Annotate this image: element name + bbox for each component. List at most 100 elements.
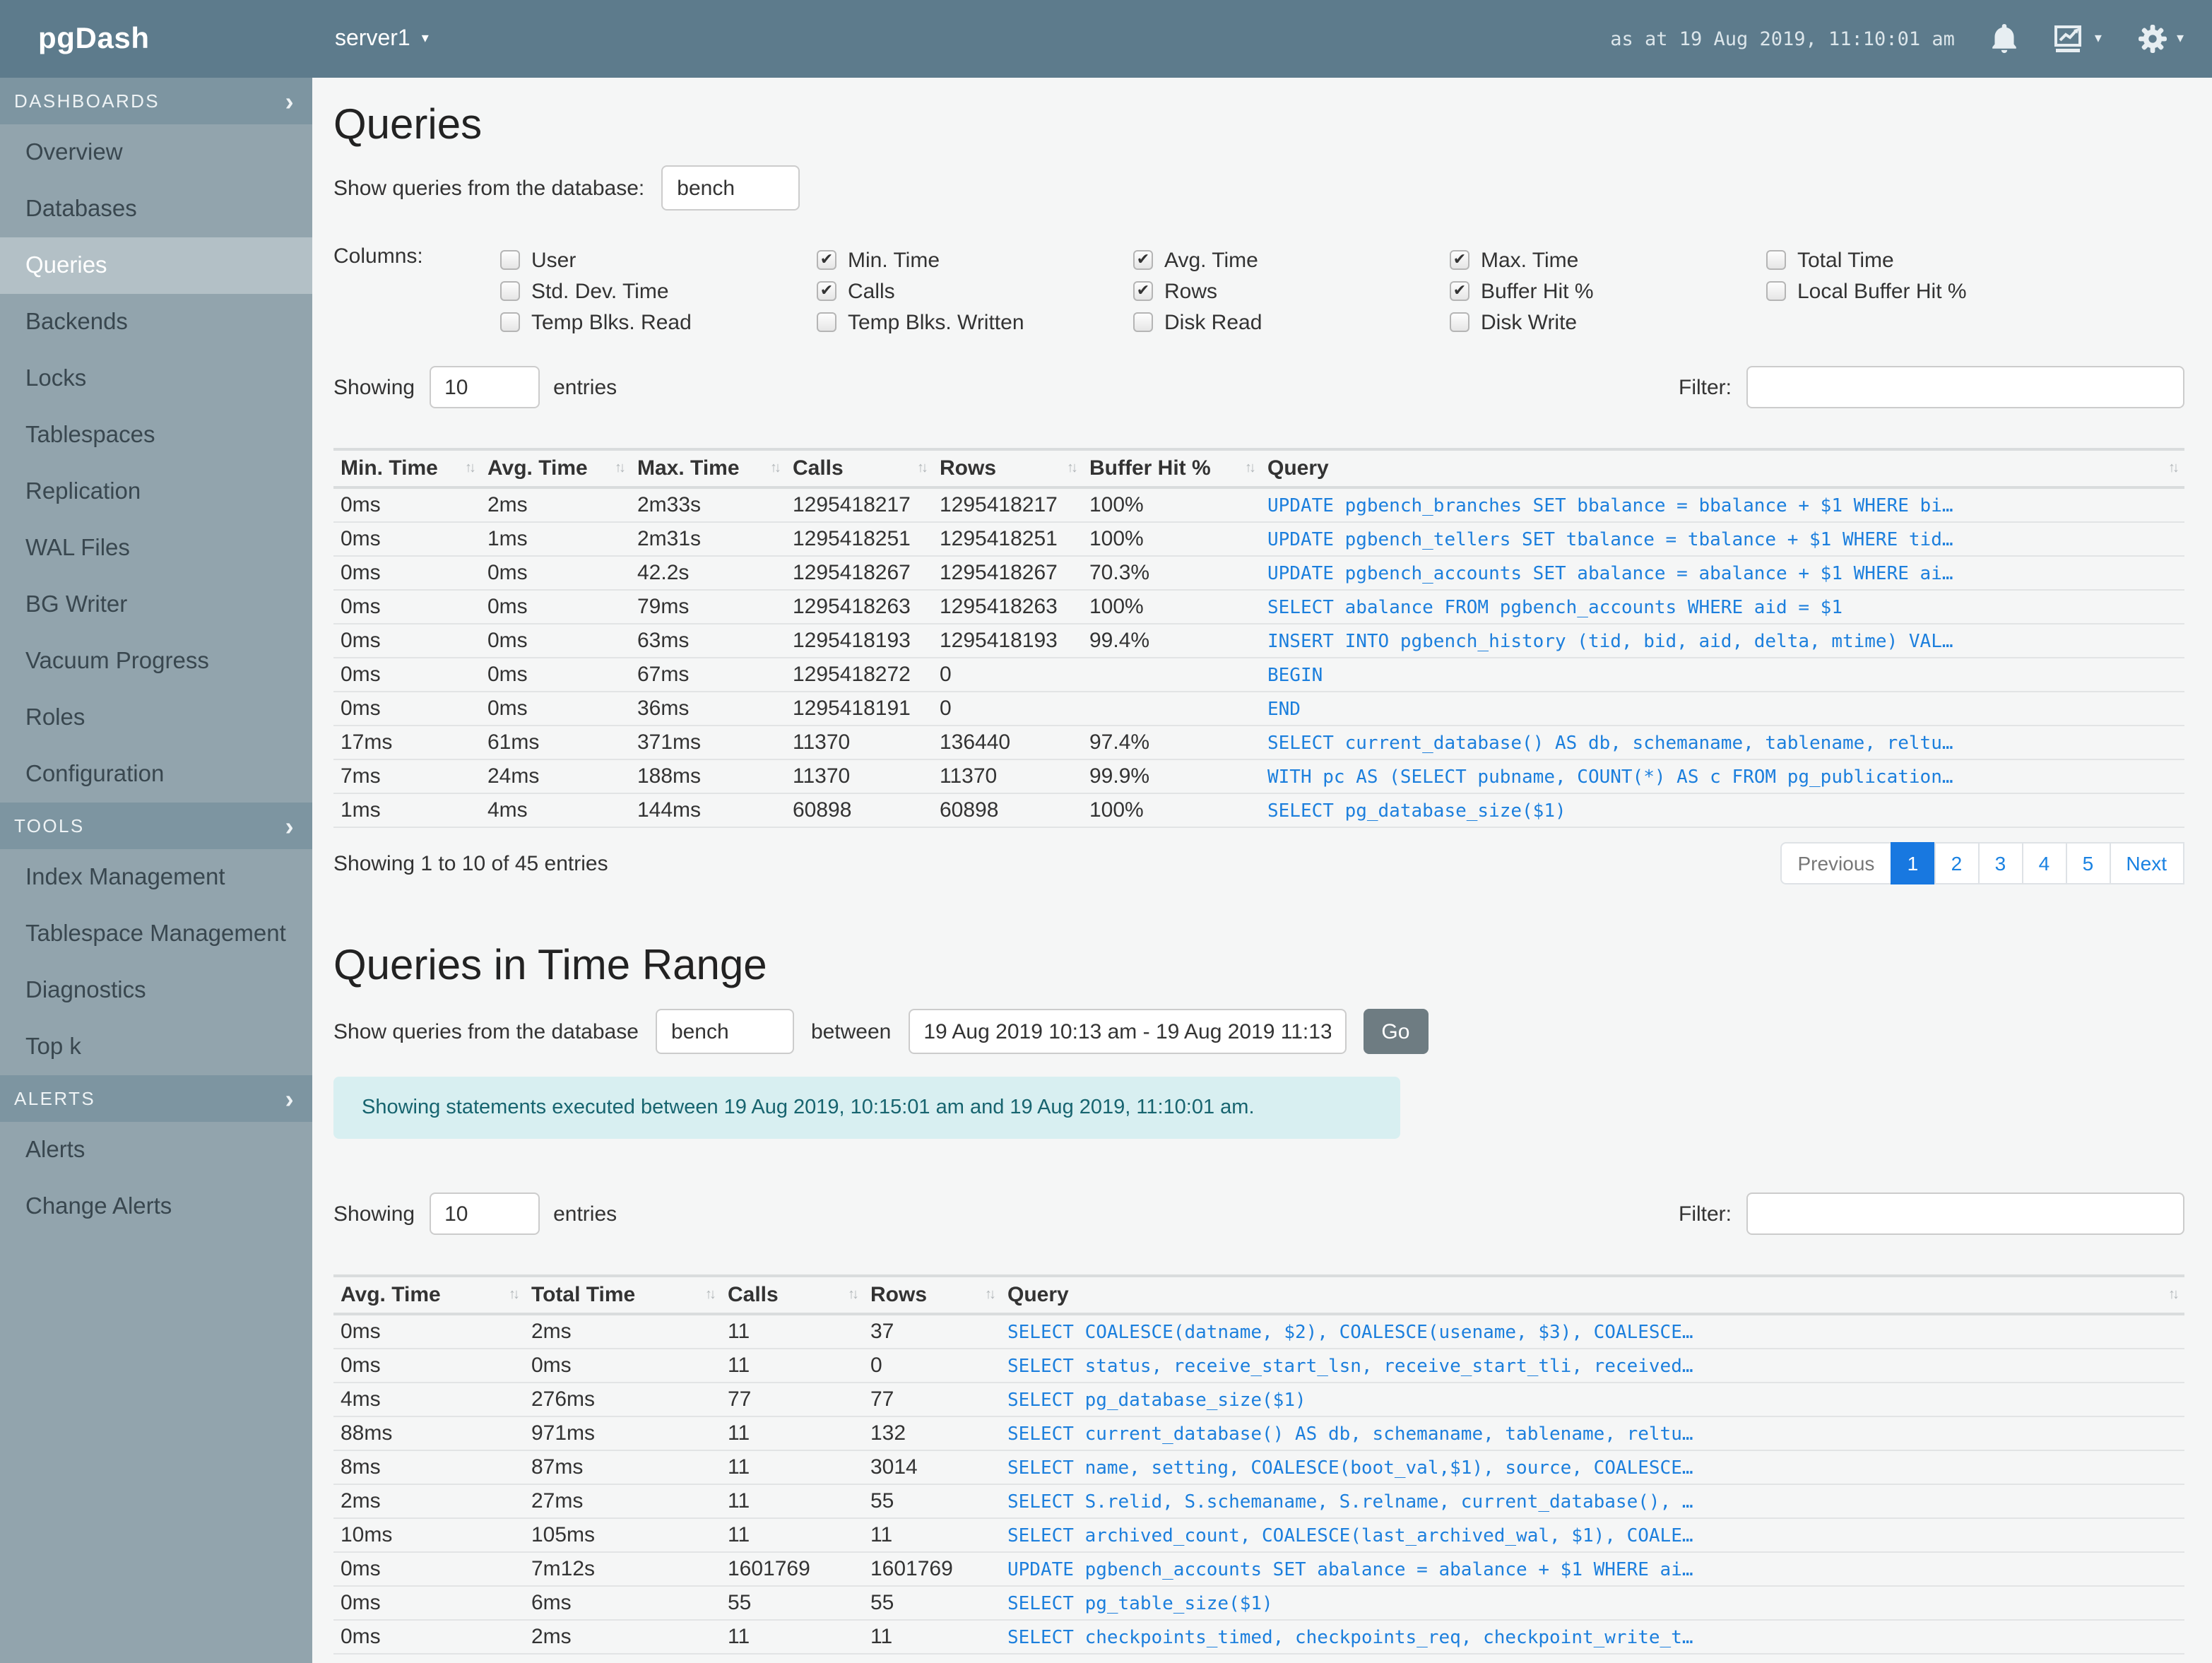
column-checkbox[interactable]: Total Time xyxy=(1766,244,2083,276)
database-input-range[interactable] xyxy=(655,1009,794,1054)
app-logo[interactable]: pgDash xyxy=(0,22,312,56)
column-checkbox[interactable]: Calls xyxy=(817,276,1133,307)
sidebar-section-dashboards[interactable]: DASHBOARDS › xyxy=(0,78,312,124)
cell-calls: 1295418191 xyxy=(786,692,933,726)
notifications-button[interactable] xyxy=(1992,24,2018,54)
sort-icon[interactable]: ↑↓ xyxy=(2168,456,2180,476)
sort-icon[interactable]: ↑↓ xyxy=(2168,1283,2180,1303)
charts-menu-button[interactable]: ▾ xyxy=(2054,25,2102,53)
sidebar-item[interactable]: Tablespace Management xyxy=(0,906,312,962)
column-checkbox[interactable]: Local Buffer Hit % xyxy=(1766,276,2083,307)
sort-icon[interactable]: ↑↓ xyxy=(985,1283,996,1303)
query-link[interactable]: SELECT current_database() AS db, scheman… xyxy=(1007,1424,1693,1445)
query-link[interactable]: SELECT pg_table_size($1) xyxy=(1007,1594,1273,1615)
sidebar-item[interactable]: Backends xyxy=(0,294,312,350)
database-input[interactable] xyxy=(661,165,800,211)
page-button[interactable]: 1 xyxy=(1890,842,1936,884)
column-checkbox[interactable]: Rows xyxy=(1133,276,1450,307)
sidebar-item[interactable]: Vacuum Progress xyxy=(0,633,312,690)
column-header-max-time[interactable]: Max. Time ↑↓ xyxy=(630,448,786,489)
go-button[interactable]: Go xyxy=(1363,1009,1429,1054)
page-button[interactable]: 5 xyxy=(2065,842,2111,884)
query-link[interactable]: UPDATE pgbench_branches SET bbalance = b… xyxy=(1267,496,1953,517)
query-link[interactable]: SELECT abalance FROM pgbench_accounts WH… xyxy=(1267,598,1843,619)
query-link[interactable]: WITH pc AS (SELECT pubname, COUNT(*) AS … xyxy=(1267,767,1953,788)
query-link[interactable]: SELECT name, setting, COALESCE(boot_val,… xyxy=(1007,1458,1693,1479)
query-link[interactable]: UPDATE pgbench_accounts SET abalance = a… xyxy=(1267,564,1953,585)
sidebar-section-alerts[interactable]: ALERTS › xyxy=(0,1075,312,1122)
query-link[interactable]: SELECT S.relid, S.schemaname, S.relname,… xyxy=(1007,1492,1693,1513)
sort-icon[interactable]: ↑↓ xyxy=(770,456,781,476)
column-checkbox[interactable]: Max. Time xyxy=(1450,244,1766,276)
page-size-input-2[interactable] xyxy=(429,1192,540,1235)
filter-input[interactable] xyxy=(1746,366,2184,408)
sort-icon[interactable]: ↑↓ xyxy=(848,1283,859,1303)
column-checkbox[interactable]: User xyxy=(500,244,817,276)
sidebar-item[interactable]: BG Writer xyxy=(0,576,312,633)
sidebar-item[interactable]: Overview xyxy=(0,124,312,181)
page-size-input[interactable] xyxy=(429,366,540,408)
sidebar-item[interactable]: Queries xyxy=(0,237,312,294)
sidebar-item[interactable]: Locks xyxy=(0,350,312,407)
sort-icon[interactable]: ↑↓ xyxy=(917,456,928,476)
sort-icon[interactable]: ↑↓ xyxy=(509,1283,520,1303)
column-checkbox[interactable]: Disk Write xyxy=(1450,307,1766,338)
query-link[interactable]: SELECT pg_database_size($1) xyxy=(1007,1390,1306,1412)
column-header-rows[interactable]: Rows ↑↓ xyxy=(933,448,1082,489)
sidebar-item[interactable]: Top k xyxy=(0,1019,312,1075)
column-checkbox[interactable]: Temp Blks. Read xyxy=(500,307,817,338)
sidebar-item[interactable]: Tablespaces xyxy=(0,407,312,463)
page-button[interactable]: 4 xyxy=(2021,842,2067,884)
column-checkbox[interactable]: Avg. Time xyxy=(1133,244,1450,276)
query-link[interactable]: INSERT INTO pgbench_history (tid, bid, a… xyxy=(1267,632,1953,653)
query-link[interactable]: SELECT current_database() AS db, scheman… xyxy=(1267,733,1953,754)
page-button[interactable]: Next xyxy=(2109,842,2184,884)
query-link[interactable]: END xyxy=(1267,699,1301,721)
sidebar-item[interactable]: Replication xyxy=(0,463,312,520)
column-header-calls[interactable]: Calls ↑↓ xyxy=(721,1274,863,1315)
server-select[interactable]: server1 ▾ xyxy=(335,26,429,52)
column-checkbox[interactable]: Temp Blks. Written xyxy=(817,307,1133,338)
column-header-total-time[interactable]: Total Time ↑↓ xyxy=(524,1274,721,1315)
sort-icon[interactable]: ↑↓ xyxy=(1245,456,1256,476)
sort-icon[interactable]: ↑↓ xyxy=(1067,456,1078,476)
sort-icon[interactable]: ↑↓ xyxy=(615,456,626,476)
page-button[interactable]: 2 xyxy=(1934,842,1980,884)
column-checkbox[interactable]: Min. Time xyxy=(817,244,1133,276)
sidebar-section-tools[interactable]: TOOLS › xyxy=(0,803,312,849)
column-header-min-time[interactable]: Min. Time ↑↓ xyxy=(333,448,480,489)
sidebar-item[interactable]: Configuration xyxy=(0,746,312,803)
sidebar-item[interactable]: Databases xyxy=(0,181,312,237)
column-checkbox[interactable]: Buffer Hit % xyxy=(1450,276,1766,307)
sort-icon[interactable]: ↑↓ xyxy=(465,456,476,476)
filter-input-2[interactable] xyxy=(1746,1192,2184,1235)
column-header-calls[interactable]: Calls ↑↓ xyxy=(786,448,933,489)
query-link[interactable]: SELECT pg_database_size($1) xyxy=(1267,801,1566,822)
column-header-avg-time[interactable]: Avg. Time ↑↓ xyxy=(333,1274,524,1315)
column-header-buffer-hit[interactable]: Buffer Hit % ↑↓ xyxy=(1082,448,1260,489)
column-checkbox[interactable]: Disk Read xyxy=(1133,307,1450,338)
sidebar-item[interactable]: Change Alerts xyxy=(0,1178,312,1235)
sidebar-item[interactable]: Alerts xyxy=(0,1122,312,1178)
settings-menu-button[interactable]: ▾ xyxy=(2139,24,2184,54)
column-header-query[interactable]: Query ↑↓ xyxy=(1260,448,2184,489)
page-button[interactable]: 3 xyxy=(1977,842,2023,884)
page-button[interactable]: Previous xyxy=(1780,842,1892,884)
time-range-input[interactable] xyxy=(908,1009,1347,1054)
query-link[interactable]: SELECT checkpoints_timed, checkpoints_re… xyxy=(1007,1628,1693,1649)
column-header-query[interactable]: Query ↑↓ xyxy=(1000,1274,2184,1315)
query-link[interactable]: UPDATE pgbench_accounts SET abalance = a… xyxy=(1007,1560,1693,1581)
column-header-avg-time[interactable]: Avg. Time ↑↓ xyxy=(480,448,630,489)
query-link[interactable]: UPDATE pgbench_tellers SET tbalance = tb… xyxy=(1267,530,1953,551)
query-link[interactable]: SELECT status, receive_start_lsn, receiv… xyxy=(1007,1356,1693,1378)
query-link[interactable]: SELECT COALESCE(datname, $2), COALESCE(u… xyxy=(1007,1322,1693,1344)
sidebar-item[interactable]: Index Management xyxy=(0,849,312,906)
sort-icon[interactable]: ↑↓ xyxy=(705,1283,716,1303)
column-header-rows[interactable]: Rows ↑↓ xyxy=(863,1274,1000,1315)
sidebar-item[interactable]: Roles xyxy=(0,690,312,746)
column-checkbox[interactable]: Std. Dev. Time xyxy=(500,276,817,307)
sidebar-item[interactable]: Diagnostics xyxy=(0,962,312,1019)
query-link[interactable]: SELECT archived_count, COALESCE(last_arc… xyxy=(1007,1526,1693,1547)
sidebar-item[interactable]: WAL Files xyxy=(0,520,312,576)
query-link[interactable]: BEGIN xyxy=(1267,665,1323,687)
